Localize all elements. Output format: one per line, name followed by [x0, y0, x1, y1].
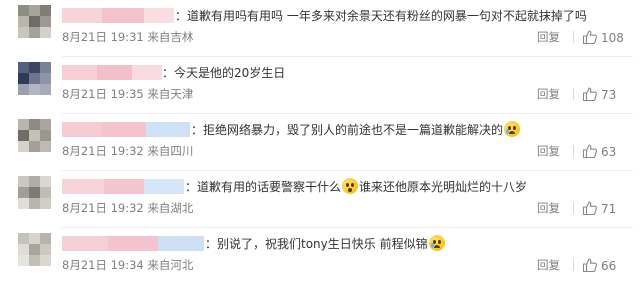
thumbs-up-icon [582, 258, 597, 273]
comment-meta: 8月21日 19:35 来自天津 [62, 86, 193, 102]
comment-location: 来自河北 [147, 258, 194, 272]
like-button[interactable]: 63 [582, 141, 616, 159]
action-separator [573, 259, 574, 271]
comment-text: ：别说了，祝我们tony生日快乐 前程似锦 [205, 235, 446, 253]
action-separator [573, 88, 574, 100]
comment-text-before: ：拒绝网络暴力，毁了别人的前途也不是一篇道歉能解决的 [191, 123, 504, 137]
comment-location: 来自四川 [147, 144, 194, 158]
comment-location: 来自湖北 [147, 201, 194, 215]
like-button[interactable]: 71 [582, 198, 616, 216]
comment-date: 8月21日 19:32 [62, 144, 144, 158]
avatar[interactable] [18, 119, 51, 152]
comment-item: ：别说了，祝我们tony生日快乐 前程似锦 8月21日 19:34 来自河北 回… [0, 228, 641, 285]
comment-date: 8月21日 19:34 [62, 258, 144, 272]
comment-text: ：拒绝网络暴力，毁了别人的前途也不是一篇道歉能解决的 [191, 121, 521, 139]
like-count: 71 [601, 202, 617, 216]
crying-face-icon [504, 121, 521, 137]
like-count: 73 [601, 88, 617, 102]
username-blurred[interactable] [62, 236, 204, 251]
comment-meta: 8月21日 19:32 来自湖北 [62, 200, 193, 216]
comment-item: ：拒绝网络暴力，毁了别人的前途也不是一篇道歉能解决的 8月21日 19:32 来… [0, 114, 641, 171]
reply-button[interactable]: 回复 [537, 200, 560, 216]
comment-meta: 8月21日 19:34 来自河北 [62, 257, 193, 273]
comment-item: ：今天是他的20岁生日 8月21日 19:35 来自天津 回复 73 [0, 57, 641, 114]
like-button[interactable]: 66 [582, 255, 616, 273]
like-count: 66 [601, 259, 617, 273]
username-blurred[interactable] [62, 122, 190, 137]
comment-text-before: ：道歉有用吗有用吗 一年多来对余景天还有粉丝的网暴一句对不起就抹掉了吗 [175, 9, 587, 23]
comment-text-before: ：别说了，祝我们tony生日快乐 前程似锦 [205, 237, 428, 251]
reply-button[interactable]: 回复 [537, 257, 560, 273]
thumbs-up-icon [582, 201, 597, 216]
comment-text: ：道歉有用吗有用吗 一年多来对余景天还有粉丝的网暴一句对不起就抹掉了吗 [175, 7, 587, 25]
username-blurred[interactable] [62, 179, 184, 194]
action-separator [573, 145, 574, 157]
comment-text: ：今天是他的20岁生日 [162, 64, 285, 82]
comment-date: 8月21日 19:35 [62, 87, 144, 101]
avatar[interactable] [18, 5, 51, 38]
avatar[interactable] [18, 176, 51, 209]
thumbs-up-icon [582, 144, 597, 159]
comment-text-before: ：今天是他的20岁生日 [162, 66, 286, 80]
reply-button[interactable]: 回复 [537, 86, 560, 102]
like-button[interactable]: 73 [582, 84, 616, 102]
crying-face-icon [428, 235, 445, 251]
comment-item: ：道歉有用的话要警察干什么 谁来还他原本光明灿烂的十八岁 8月21日 19:32 … [0, 171, 641, 228]
avatar[interactable] [18, 62, 51, 95]
comment-location: 来自天津 [147, 87, 194, 101]
avatar[interactable] [18, 233, 51, 266]
comment-meta: 8月21日 19:32 来自四川 [62, 143, 193, 159]
action-separator [573, 202, 574, 214]
username-blurred[interactable] [62, 8, 174, 23]
like-count: 63 [601, 145, 617, 159]
thumbs-up-icon [582, 87, 597, 102]
comment-location: 来自吉林 [147, 30, 194, 44]
thumbs-up-icon [582, 30, 597, 45]
surprised-face-icon [342, 178, 359, 194]
reply-button[interactable]: 回复 [537, 29, 560, 45]
comment-text-before: ：道歉有用的话要警察干什么 [185, 180, 342, 194]
comment-meta: 8月21日 19:31 来自吉林 [62, 29, 193, 45]
comment-item: ：道歉有用吗有用吗 一年多来对余景天还有粉丝的网暴一句对不起就抹掉了吗 8月21… [0, 0, 641, 57]
like-button[interactable]: 108 [582, 27, 624, 45]
action-separator [573, 31, 574, 43]
username-blurred[interactable] [62, 65, 162, 80]
comment-text: ：道歉有用的话要警察干什么 谁来还他原本光明灿烂的十八岁 [185, 178, 527, 196]
like-count: 108 [601, 31, 624, 45]
comment-date: 8月21日 19:31 [62, 30, 144, 44]
reply-button[interactable]: 回复 [537, 143, 560, 159]
comment-date: 8月21日 19:32 [62, 201, 144, 215]
comment-text-after: 谁来还他原本光明灿烂的十八岁 [359, 180, 528, 194]
